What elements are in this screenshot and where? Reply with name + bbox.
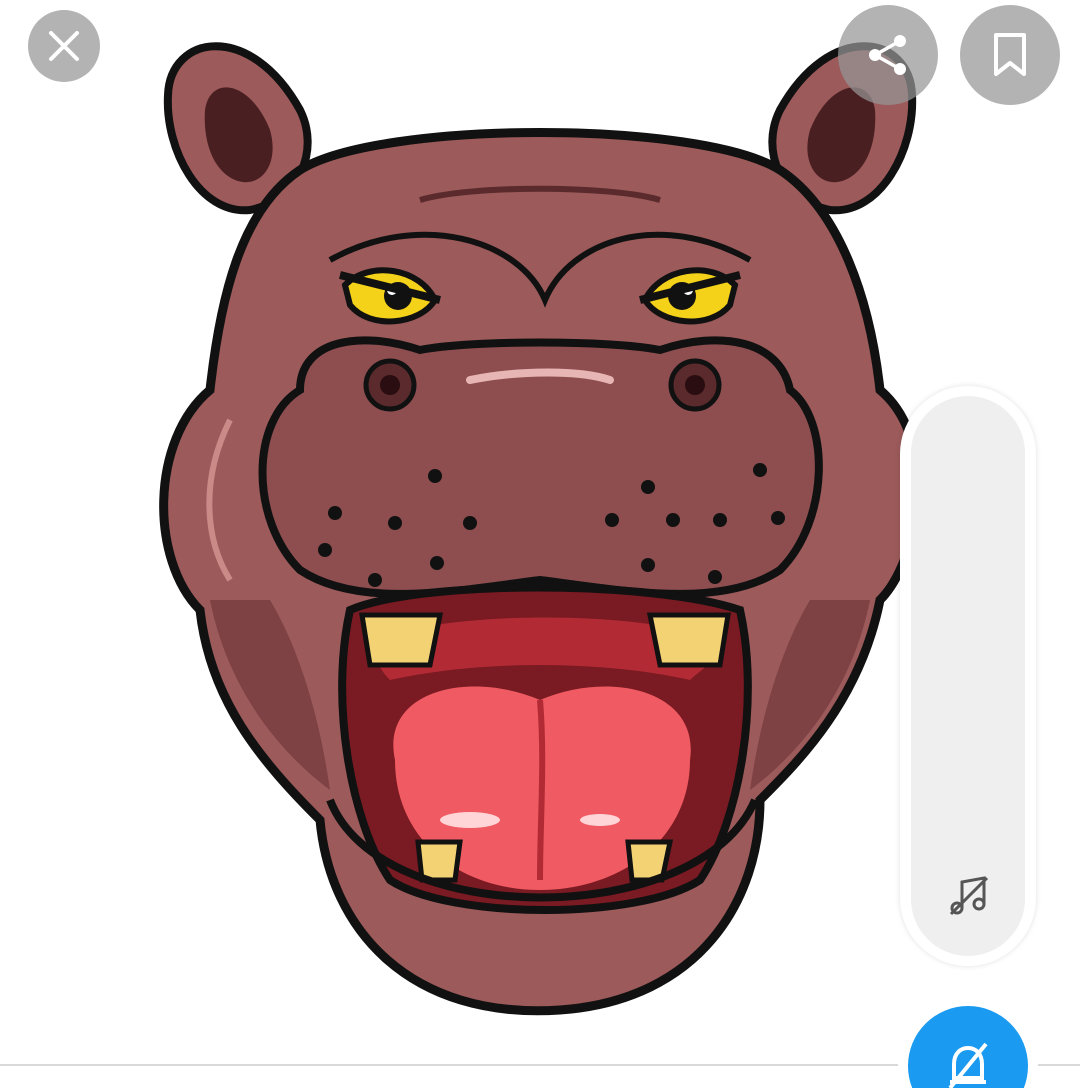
side-panel-track[interactable]	[911, 396, 1025, 956]
side-panel	[900, 386, 1036, 966]
music-toggle-button[interactable]	[947, 874, 991, 918]
music-note-off-icon	[949, 876, 989, 916]
bookmark-icon	[994, 33, 1026, 76]
share-button[interactable]	[838, 5, 938, 105]
bell-off-icon	[948, 1042, 988, 1088]
share-icon	[869, 35, 906, 75]
close-button[interactable]	[28, 10, 100, 82]
close-icon	[49, 31, 79, 61]
image-viewer	[0, 0, 1080, 1088]
bookmark-button[interactable]	[960, 5, 1060, 105]
hippo-snout	[258, 336, 823, 598]
